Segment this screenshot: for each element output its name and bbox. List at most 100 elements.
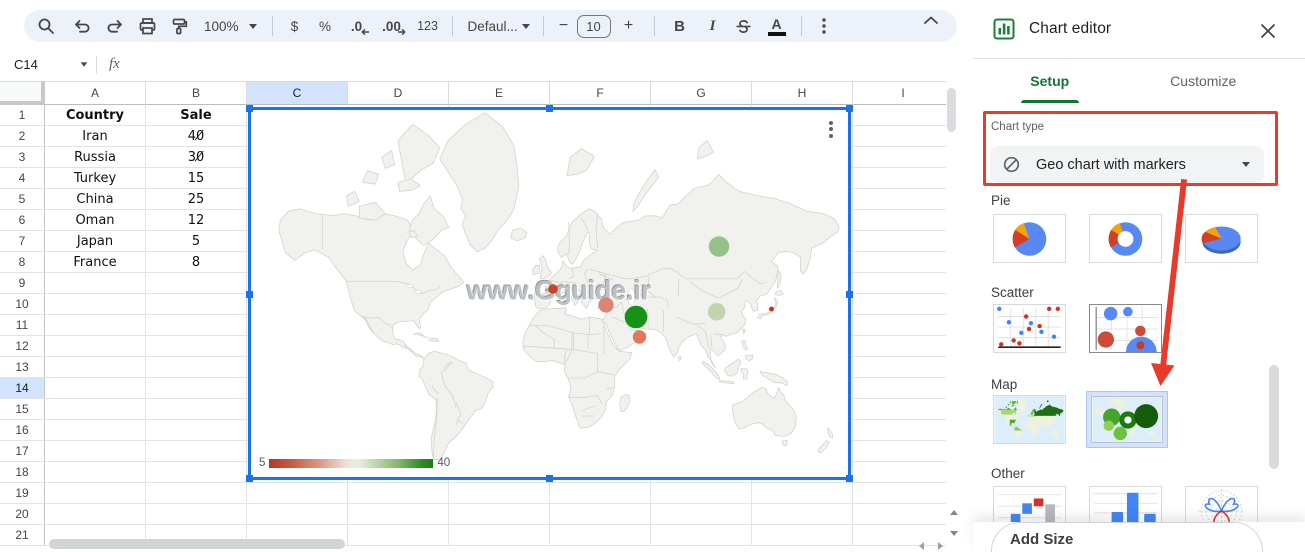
text-color-button[interactable]: A (760, 14, 794, 38)
cell-D20[interactable] (348, 504, 449, 525)
chart-handle-middle-right[interactable] (846, 291, 853, 298)
column-header-E[interactable]: E (449, 81, 550, 105)
font-size-input[interactable]: 10 (576, 14, 611, 38)
format-currency-button[interactable]: $ (280, 14, 310, 38)
marker-Russia[interactable] (708, 236, 730, 257)
redo-button[interactable] (98, 14, 131, 38)
cell-F21[interactable] (550, 525, 651, 546)
cell-C19[interactable] (247, 483, 348, 504)
horizontal-scrollbar[interactable] (49, 539, 345, 549)
marker-Turkey[interactable] (598, 297, 614, 313)
cell-B9[interactable] (146, 273, 247, 294)
cell-A20[interactable] (45, 504, 146, 525)
cell-B12[interactable] (146, 336, 247, 357)
cell-A19[interactable] (45, 483, 146, 504)
decrease-font-size-button[interactable]: − (551, 14, 577, 38)
cell-B10[interactable] (146, 294, 247, 315)
chart-type-dropdown[interactable]: Geo chart with markers (990, 146, 1264, 183)
cell-A12[interactable] (45, 336, 146, 357)
cell-A3[interactable]: Russia (45, 147, 146, 168)
thumbnail-pie-chart[interactable] (993, 214, 1066, 263)
cell-B8[interactable]: 8 (146, 252, 247, 273)
cell-B5[interactable]: 25 (146, 189, 247, 210)
row-header-19[interactable]: 19 (0, 483, 45, 504)
increase-font-size-button[interactable]: + (611, 14, 647, 38)
zoom-control[interactable]: 100% (194, 14, 265, 38)
chart-handle-top-left[interactable] (246, 105, 253, 112)
row-header-2[interactable]: 2 (0, 126, 45, 147)
chart-handle-bottom-left[interactable] (246, 475, 253, 482)
thumbnail-scatter-chart[interactable] (993, 304, 1066, 353)
chart-handle-bottom-middle[interactable] (546, 475, 553, 482)
print-button[interactable] (131, 14, 163, 38)
row-header-4[interactable]: 4 (0, 168, 45, 189)
row-header-6[interactable]: 6 (0, 210, 45, 231)
vertical-scrollbar[interactable] (947, 88, 956, 132)
undo-button[interactable] (66, 14, 98, 38)
column-header-H[interactable]: H (752, 81, 853, 105)
cell-B13[interactable] (146, 357, 247, 378)
cell-C20[interactable] (247, 504, 348, 525)
cell-A1[interactable]: Country (45, 105, 146, 126)
row-header-11[interactable]: 11 (0, 315, 45, 336)
panel-scrollbar[interactable] (1269, 365, 1279, 469)
row-header-18[interactable]: 18 (0, 462, 45, 483)
cell-I6[interactable] (853, 210, 946, 231)
increase-decimals-button[interactable]: .00 (373, 14, 411, 38)
cell-B20[interactable] (146, 504, 247, 525)
add-size-button[interactable]: Add Size (991, 522, 1263, 552)
tab-setup[interactable]: Setup (973, 59, 1127, 103)
cell-A16[interactable] (45, 420, 146, 441)
row-header-9[interactable]: 9 (0, 273, 45, 294)
name-box[interactable]: C14 (0, 57, 96, 72)
row-header-12[interactable]: 12 (0, 336, 45, 357)
cell-B19[interactable] (146, 483, 247, 504)
marker-Oman[interactable] (632, 330, 647, 344)
select-all-corner[interactable] (0, 81, 45, 105)
cell-A5[interactable]: China (45, 189, 146, 210)
cell-I19[interactable] (853, 483, 946, 504)
row-header-15[interactable]: 15 (0, 399, 45, 420)
column-header-F[interactable]: F (550, 81, 651, 105)
cell-I3[interactable] (853, 147, 946, 168)
cell-B16[interactable] (146, 420, 247, 441)
cell-I5[interactable] (853, 189, 946, 210)
cell-B15[interactable] (146, 399, 247, 420)
cell-B4[interactable]: 15 (146, 168, 247, 189)
row-header-1[interactable]: 1 (0, 105, 45, 126)
cell-I10[interactable] (853, 294, 946, 315)
cell-I16[interactable] (853, 420, 946, 441)
more-options-button[interactable] (809, 14, 839, 38)
cell-B1[interactable]: Sale (146, 105, 247, 126)
column-header-A[interactable]: A (45, 81, 146, 105)
cell-A7[interactable]: Japan (45, 231, 146, 252)
row-header-5[interactable]: 5 (0, 189, 45, 210)
cell-I11[interactable] (853, 315, 946, 336)
cell-F19[interactable] (550, 483, 651, 504)
cell-B17[interactable] (146, 441, 247, 462)
tab-customize[interactable]: Customize (1127, 59, 1281, 103)
close-panel-button[interactable] (1258, 21, 1278, 41)
row-header-10[interactable]: 10 (0, 294, 45, 315)
cell-A6[interactable]: Oman (45, 210, 146, 231)
row-header-8[interactable]: 8 (0, 252, 45, 273)
row-header-7[interactable]: 7 (0, 231, 45, 252)
thumbnail-donut-chart[interactable] (1089, 214, 1162, 263)
cell-E19[interactable] (449, 483, 550, 504)
thumbnail-geo-chart-with-markers-selected[interactable] (1086, 391, 1168, 448)
cell-H21[interactable] (752, 525, 853, 546)
embedded-geo-chart[interactable]: www.Gguide.ir 5 40 (246, 105, 853, 482)
horizontal-scroll-arrows[interactable] (915, 541, 947, 551)
cell-A4[interactable]: Turkey (45, 168, 146, 189)
cell-I18[interactable] (853, 462, 946, 483)
cell-A8[interactable]: France (45, 252, 146, 273)
vertical-scroll-arrows[interactable] (946, 505, 962, 541)
cell-I2[interactable] (853, 126, 946, 147)
cell-I15[interactable] (853, 399, 946, 420)
more-formats-button[interactable]: 123 (411, 14, 445, 38)
column-header-C[interactable]: C (247, 81, 348, 105)
cell-A11[interactable] (45, 315, 146, 336)
cell-A2[interactable]: Iran (45, 126, 146, 147)
hide-menus-button[interactable] (924, 16, 942, 34)
cell-E20[interactable] (449, 504, 550, 525)
